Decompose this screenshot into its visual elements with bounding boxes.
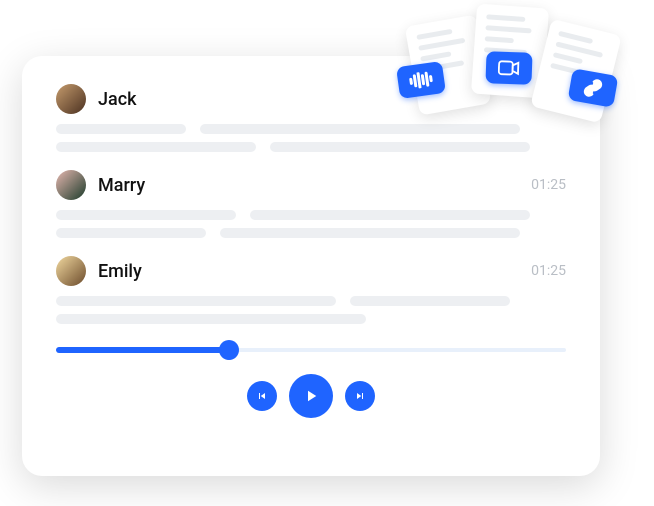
text-placeholder: [56, 296, 336, 306]
text-placeholder: [56, 314, 366, 324]
transcript-entry: Marry 01:25: [56, 170, 566, 238]
speaker-name: Emily: [98, 261, 142, 282]
text-placeholder: [250, 210, 530, 220]
avatar: [56, 256, 86, 286]
play-icon: [302, 387, 320, 405]
text-placeholder: [56, 210, 236, 220]
text-placeholder: [56, 124, 186, 134]
previous-button[interactable]: [247, 381, 277, 411]
text-placeholder: [56, 228, 206, 238]
audio-waveform-icon: [408, 70, 434, 89]
avatar: [56, 170, 86, 200]
video-icon: [498, 60, 521, 77]
skip-forward-icon: [354, 390, 366, 402]
skip-back-icon: [256, 390, 268, 402]
next-button[interactable]: [345, 381, 375, 411]
text-placeholder: [56, 142, 256, 152]
timestamp: 01:25: [531, 177, 566, 193]
transcript-entry: Emily 01:25: [56, 256, 566, 324]
playback-progress[interactable]: [56, 342, 566, 358]
audio-badge: [396, 61, 446, 99]
video-badge: [485, 51, 532, 85]
play-button[interactable]: [289, 374, 333, 418]
link-icon: [581, 76, 604, 99]
progress-knob[interactable]: [219, 340, 239, 360]
entry-header: Marry 01:25: [56, 170, 566, 200]
avatar: [56, 84, 86, 114]
progress-fill: [56, 347, 229, 353]
transcript-lines: [56, 210, 566, 238]
text-placeholder: [350, 296, 510, 306]
timestamp: 01:25: [531, 263, 566, 279]
speaker-name: Jack: [98, 89, 137, 110]
speaker-name: Marry: [98, 175, 145, 196]
entry-header: Emily 01:25: [56, 256, 566, 286]
transcript-lines: [56, 296, 566, 324]
attachments-cluster: [412, 6, 642, 146]
text-placeholder: [220, 228, 520, 238]
playback-controls: [56, 374, 566, 418]
